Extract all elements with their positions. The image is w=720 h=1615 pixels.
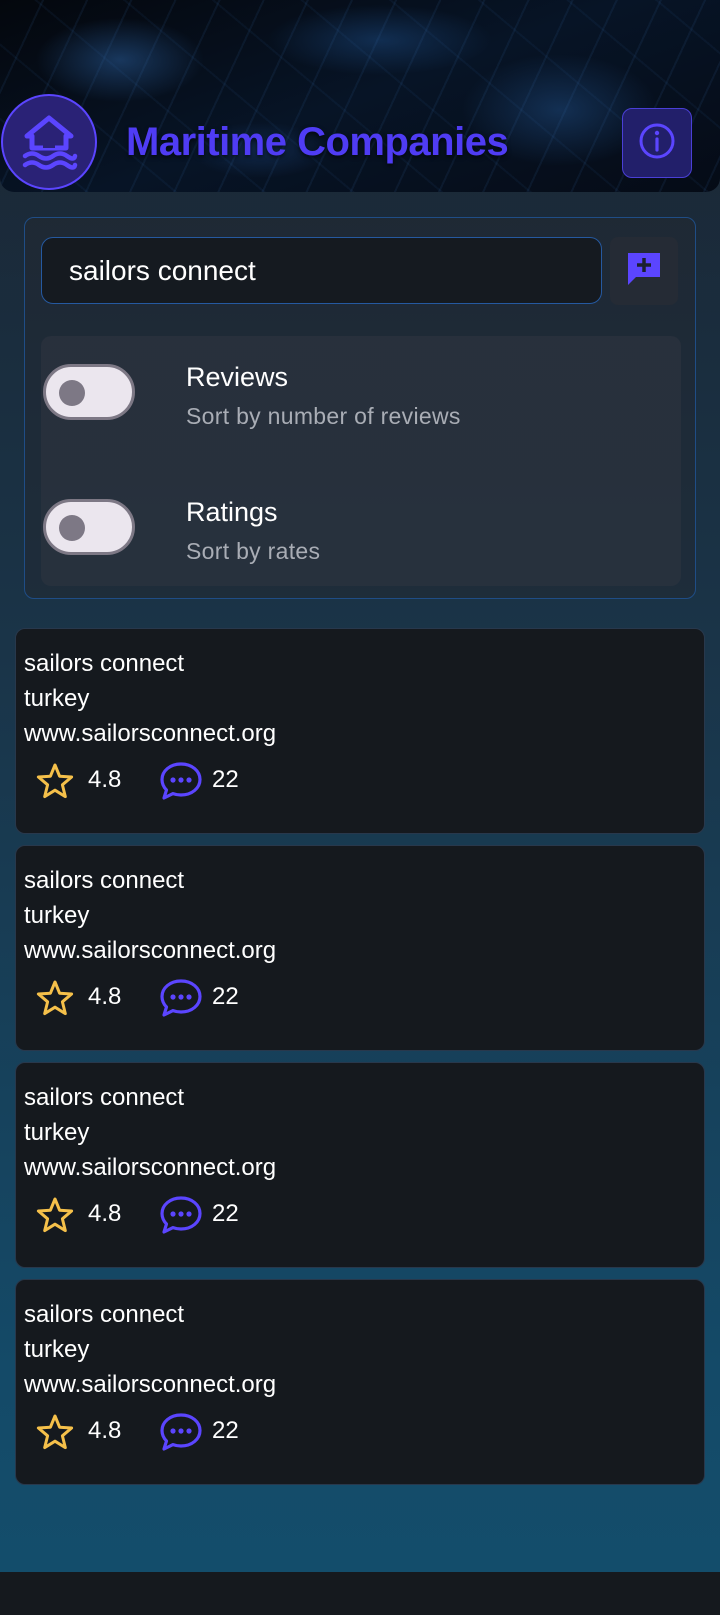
add-comment-icon (624, 249, 664, 294)
company-review-count: 22 (212, 1200, 239, 1227)
company-card[interactable]: sailors connect turkey www.sailorsconnec… (15, 1062, 705, 1268)
chat-bubble-icon (159, 1412, 203, 1457)
company-rating: 4.8 (88, 766, 122, 793)
info-circle-icon (638, 122, 676, 165)
chat-bubble-icon (159, 1195, 203, 1240)
company-rating: 4.8 (88, 1417, 122, 1444)
bottom-bar (0, 1572, 720, 1615)
star-icon (36, 980, 74, 1021)
company-country: turkey (24, 902, 90, 929)
reviews-description: Sort by number of reviews (186, 403, 461, 429)
company-country: turkey (24, 1119, 90, 1146)
company-name: sailors connect (24, 867, 185, 894)
ratings-toggle[interactable] (43, 499, 135, 555)
search-input[interactable] (41, 237, 602, 304)
ratings-description: Sort by rates (186, 538, 321, 564)
company-name: sailors connect (24, 1084, 185, 1111)
company-name: sailors connect (24, 1301, 185, 1328)
house-waves-icon (19, 110, 79, 175)
company-rating: 4.8 (88, 1200, 122, 1227)
reviews-toggle[interactable] (43, 364, 135, 420)
toggle-knob (59, 380, 85, 406)
company-card[interactable]: sailors connect turkey www.sailorsconnec… (15, 1279, 705, 1485)
star-icon (36, 1197, 74, 1238)
app-logo[interactable] (1, 94, 97, 190)
toggle-knob (59, 515, 85, 541)
company-review-count: 22 (212, 766, 239, 793)
sort-by-reviews: Reviews Sort by number of reviews (41, 358, 681, 448)
sort-by-ratings: Ratings Sort by rates (41, 493, 681, 583)
company-card[interactable]: sailors connect turkey www.sailorsconnec… (15, 628, 705, 834)
chat-bubble-icon (159, 978, 203, 1023)
company-country: turkey (24, 1336, 90, 1363)
sort-options: Reviews Sort by number of reviews Rating… (41, 336, 681, 586)
chat-bubble-icon (159, 761, 203, 806)
app-header: Maritime Companies (0, 0, 720, 192)
company-website[interactable]: www.sailorsconnect.org (24, 936, 276, 966)
company-card[interactable]: sailors connect turkey www.sailorsconnec… (15, 845, 705, 1051)
company-website[interactable]: www.sailorsconnect.org (24, 719, 276, 749)
search-panel: Reviews Sort by number of reviews Rating… (24, 217, 696, 599)
star-icon (36, 1414, 74, 1455)
company-rating: 4.8 (88, 983, 122, 1010)
company-website[interactable]: www.sailorsconnect.org (24, 1153, 276, 1183)
ratings-label: Ratings (186, 497, 278, 527)
page-title: Maritime Companies (126, 120, 509, 164)
star-icon (36, 763, 74, 804)
company-website[interactable]: www.sailorsconnect.org (24, 1370, 276, 1400)
company-country: turkey (24, 685, 90, 712)
company-review-count: 22 (212, 983, 239, 1010)
company-name: sailors connect (24, 650, 185, 677)
info-button[interactable] (622, 108, 692, 178)
reviews-label: Reviews (186, 362, 289, 392)
company-review-count: 22 (212, 1417, 239, 1444)
add-company-button[interactable] (610, 237, 678, 305)
